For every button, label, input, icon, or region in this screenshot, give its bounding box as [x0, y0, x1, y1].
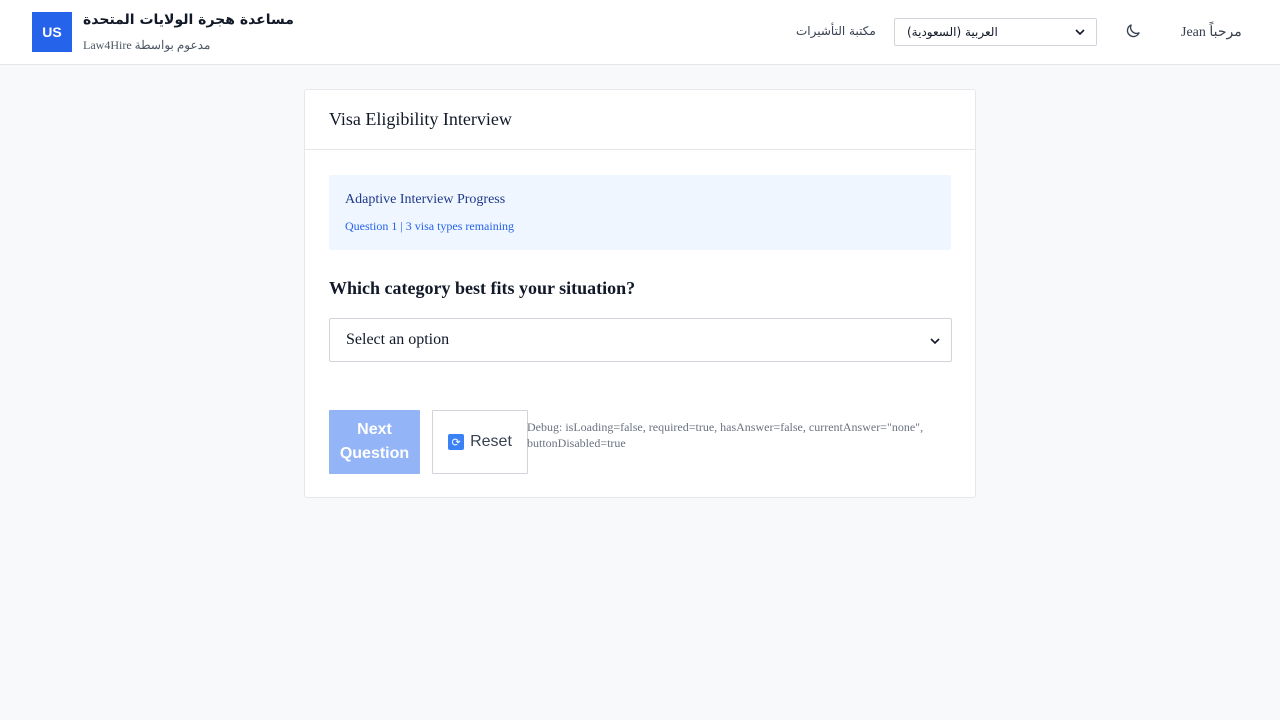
progress-title: Adaptive Interview Progress: [345, 192, 506, 207]
answer-select[interactable]: Select an option: [329, 318, 952, 362]
progress-panel: Adaptive Interview Progress Question 1 |…: [329, 175, 951, 250]
app-title: مساعدة هجرة الولايات المتحدة: [83, 12, 294, 28]
refresh-icon: ⟳: [448, 434, 465, 450]
chevron-down-icon: [929, 334, 941, 352]
progress-subtitle: Question 1 | 3 visa types remaining: [345, 219, 515, 233]
moon-icon[interactable]: [1124, 22, 1142, 40]
reset-button[interactable]: ⟳ Reset: [432, 410, 528, 474]
next-question-button[interactable]: Next Question: [329, 410, 420, 474]
logo[interactable]: US: [32, 12, 72, 52]
language-select-value: العربية (السعودية): [907, 25, 998, 39]
debug-text: Debug: isLoading=false, required=true, h…: [527, 420, 924, 450]
answer-select-value: Select an option: [346, 331, 450, 348]
reset-button-label: Reset: [470, 433, 512, 450]
nav-link-visa-library[interactable]: مكتبة التأشيرات: [796, 24, 876, 38]
card-header: Visa Eligibility Interview: [305, 90, 975, 150]
user-greeting: مرحباً Jean: [1181, 25, 1242, 40]
card-title: Visa Eligibility Interview: [329, 109, 512, 129]
chevron-down-icon: [1074, 26, 1086, 41]
app-subtitle: مدعوم بواسطة Law4Hire: [83, 38, 211, 52]
question-text: Which category best fits your situation?: [329, 278, 636, 298]
language-select[interactable]: العربية (السعودية): [894, 18, 1097, 46]
interview-card: Visa Eligibility Interview Adaptive Inte…: [304, 89, 976, 498]
top-header: US مساعدة هجرة الولايات المتحدة مدعوم بو…: [0, 0, 1280, 65]
